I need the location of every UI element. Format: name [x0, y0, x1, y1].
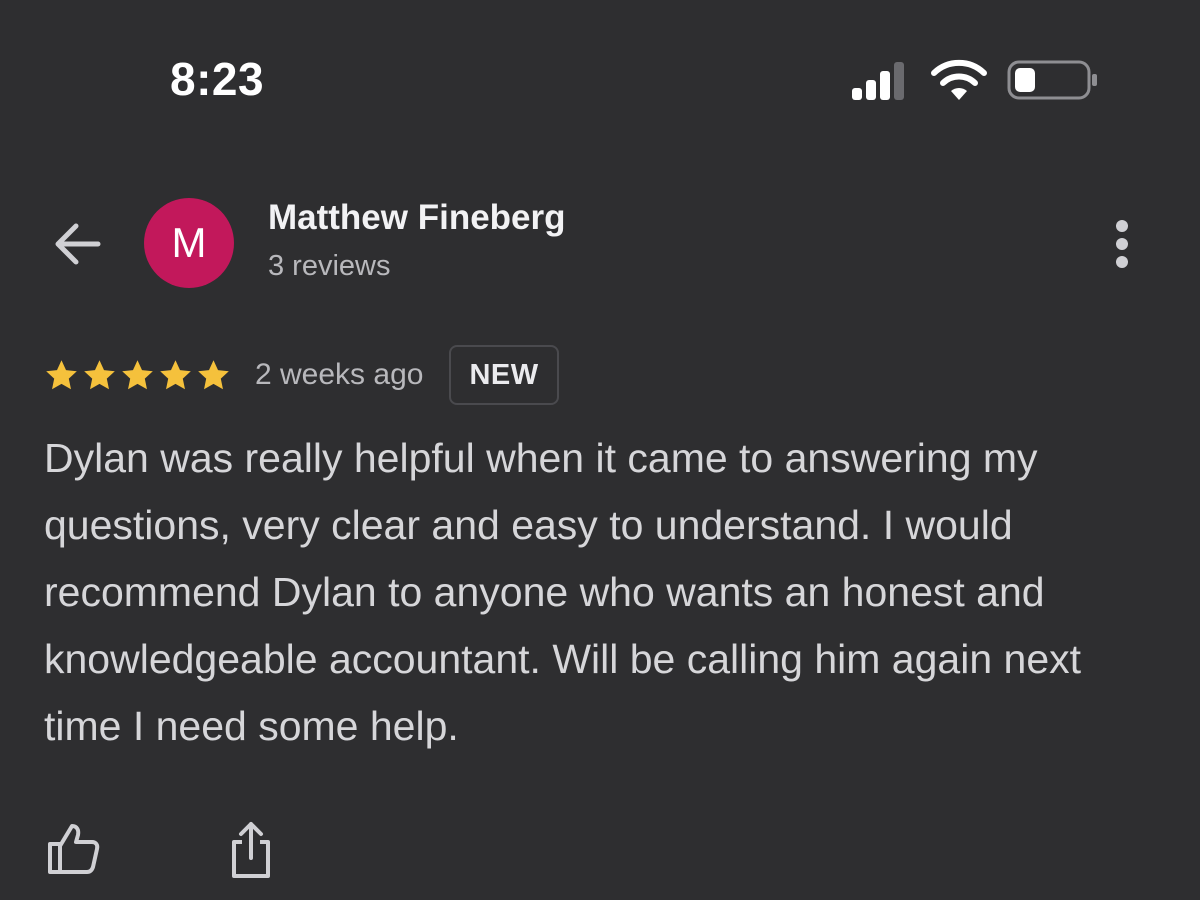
star-rating	[44, 358, 231, 393]
rating-row: 2 weeks ago NEW	[44, 344, 559, 406]
arrow-left-icon	[55, 223, 101, 265]
cellular-signal-icon	[852, 62, 904, 100]
back-button[interactable]	[48, 216, 108, 272]
review-count: 3 reviews	[268, 250, 391, 282]
more-vertical-icon	[1116, 220, 1128, 268]
thumbs-up-icon	[48, 824, 100, 874]
star-icon	[160, 359, 191, 389]
review-date: 2 weeks ago	[255, 358, 424, 391]
star-icon	[84, 359, 115, 389]
share-button[interactable]	[224, 818, 278, 880]
more-options-button[interactable]	[1102, 214, 1142, 274]
wifi-icon	[931, 59, 987, 100]
battery-icon	[1007, 60, 1097, 100]
avatar-letter: M	[171, 219, 207, 266]
status-bar: 8:23	[0, 0, 1200, 150]
star-icon	[46, 359, 77, 389]
new-badge: NEW	[449, 345, 559, 405]
reviewer-name[interactable]: Matthew Fineberg	[268, 198, 566, 238]
star-icon	[122, 359, 153, 389]
share-icon	[232, 822, 270, 878]
review-text: Dylan was really helpful when it came to…	[44, 435, 1082, 749]
avatar[interactable]: M	[144, 198, 234, 288]
like-button[interactable]	[44, 820, 102, 878]
status-time: 8:23	[170, 53, 265, 105]
star-icon	[198, 359, 229, 389]
